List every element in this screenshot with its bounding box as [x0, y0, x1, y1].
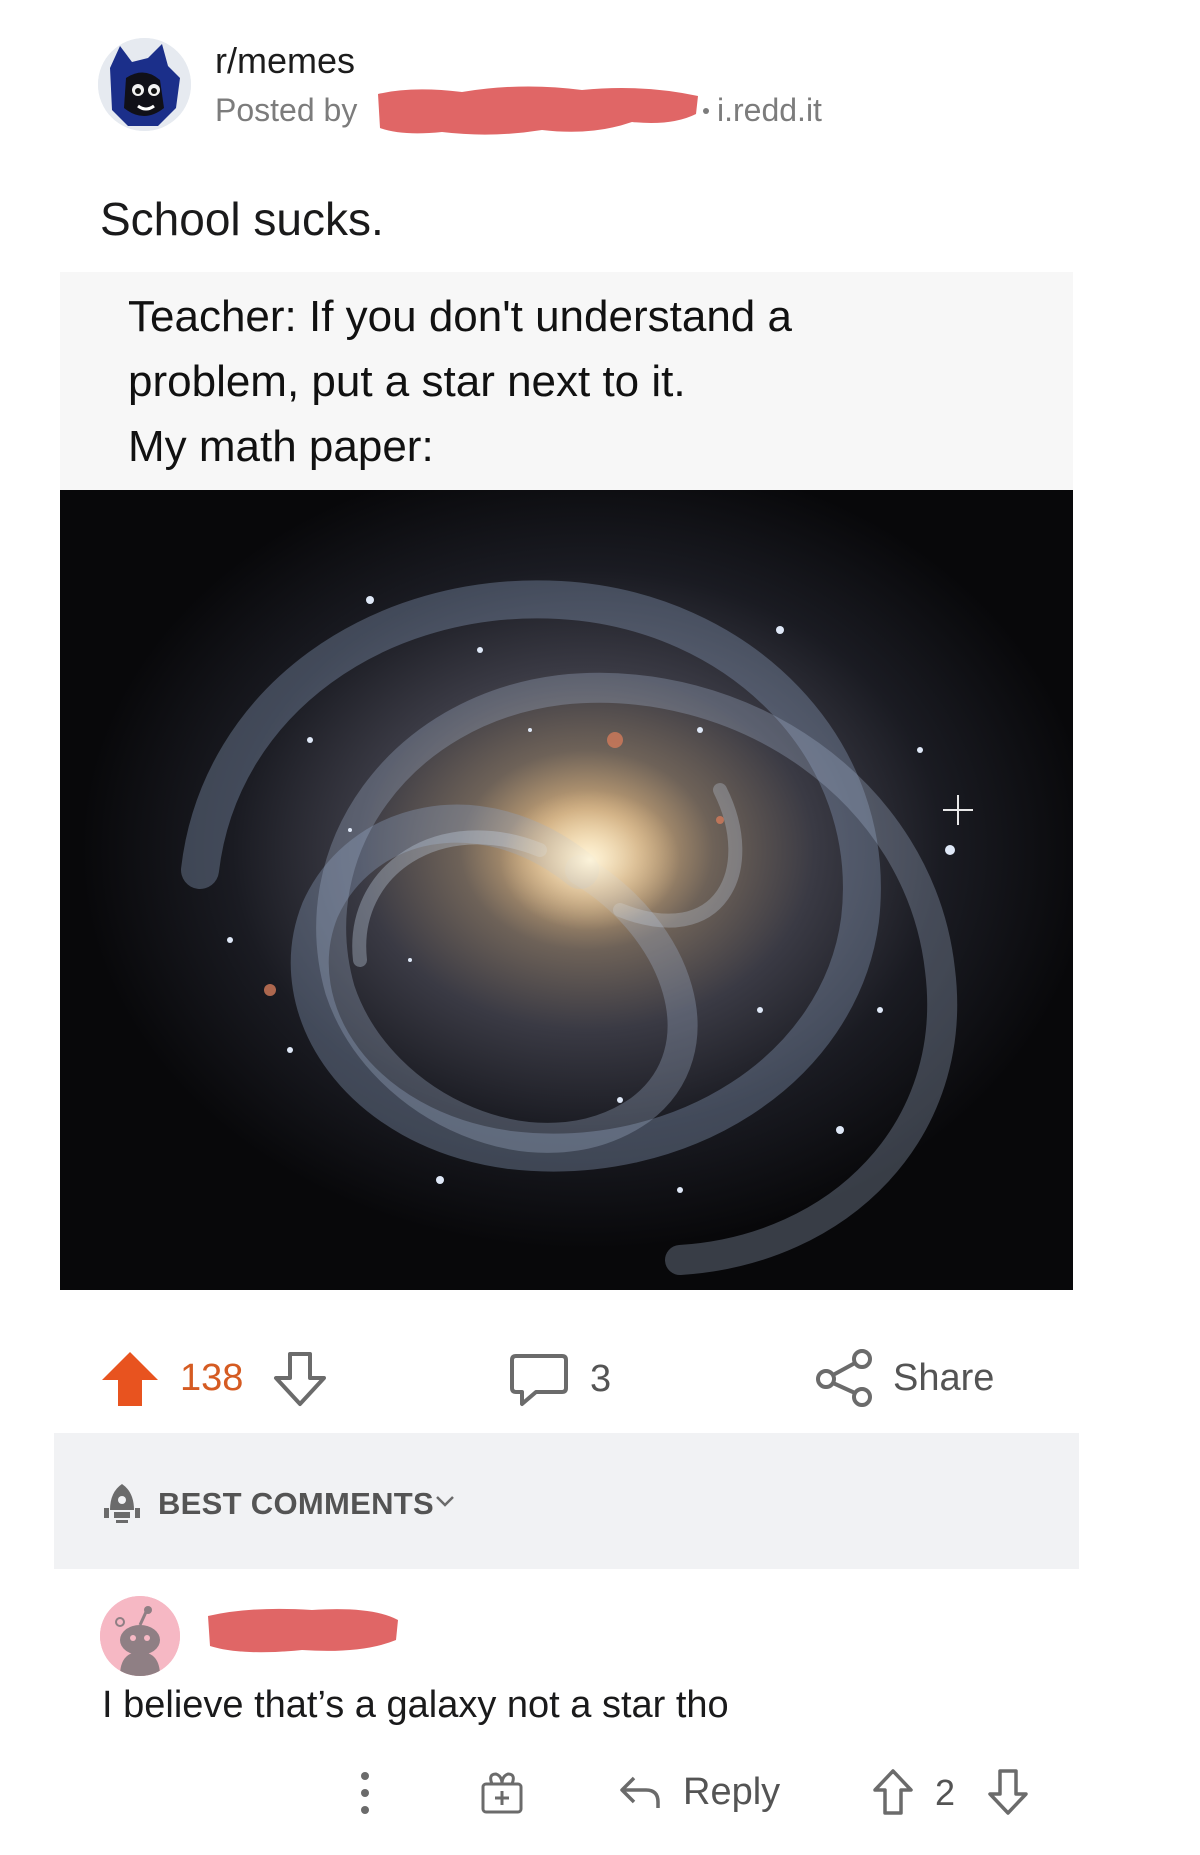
comment-count[interactable]: 3 [590, 1358, 611, 1401]
commenter-avatar[interactable] [100, 1596, 180, 1676]
reply-button[interactable]: Reply [683, 1771, 780, 1814]
snoo-avatar-icon [100, 1596, 180, 1676]
chevron-down-icon[interactable] [434, 1492, 456, 1510]
upvote-icon[interactable] [100, 1350, 160, 1408]
comment-body: I believe that’s a galaxy not a star tho [102, 1684, 729, 1726]
post-score: 138 [180, 1357, 244, 1399]
subreddit-avatar-image [98, 38, 191, 131]
subreddit-name[interactable]: r/memes [215, 40, 355, 82]
comment-downvote-icon[interactable] [987, 1768, 1029, 1816]
share-icon[interactable] [814, 1347, 878, 1409]
comment-upvote-icon[interactable] [872, 1768, 914, 1816]
meme-caption-line: problem, put a star next to it. [128, 357, 686, 406]
award-gift-icon[interactable] [478, 1768, 526, 1816]
meme-caption-line: Teacher: If you don't understand a [128, 292, 792, 341]
share-button[interactable]: Share [893, 1357, 994, 1400]
redacted-commenter-name [208, 1608, 398, 1653]
sort-label[interactable]: BEST COMMENTS [158, 1486, 434, 1522]
post-title[interactable]: School sucks. [100, 192, 384, 246]
reply-icon[interactable] [618, 1772, 662, 1812]
downvote-icon[interactable] [272, 1350, 328, 1408]
post-domain[interactable]: i.redd.it [717, 92, 822, 129]
spiral-galaxy-image [60, 490, 1073, 1290]
more-options-icon[interactable] [355, 1768, 375, 1818]
subreddit-avatar[interactable] [98, 38, 191, 131]
posted-by-label: Posted by [215, 92, 358, 128]
rocket-icon [104, 1484, 140, 1523]
comment-score: 2 [935, 1772, 956, 1813]
galaxy-image[interactable] [60, 490, 1073, 1290]
meme-caption-line: My math paper: [128, 422, 434, 471]
redacted-username [378, 86, 698, 135]
separator-dot [703, 108, 709, 114]
comment-icon[interactable] [508, 1350, 570, 1408]
